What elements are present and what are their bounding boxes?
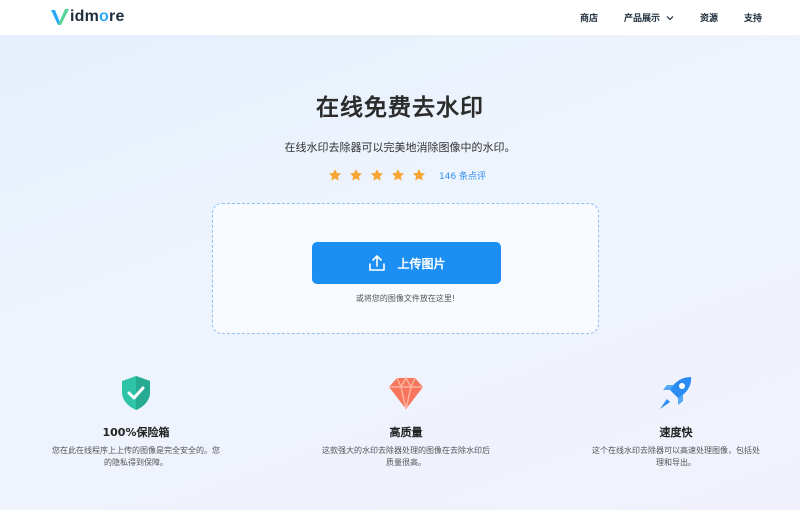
feature-title: 100%保险箱: [102, 426, 170, 439]
feature-speed: 速度快 这个在线水印去除器可以高速处理图像，包括处理和导出。: [576, 373, 776, 469]
drop-hint: 或将您的图像文件放在这里!: [355, 294, 456, 303]
reviews-link[interactable]: 146 条点评: [439, 169, 486, 182]
feature-description: 您在此在线程序上上传的图像是完全安全的。您的隐私得到保障。: [52, 446, 220, 467]
upload-icon: [369, 255, 386, 271]
page-title: 在线免费去水印: [316, 95, 484, 121]
main-nav: 商店 产品展示 资源 支持: [554, 0, 762, 35]
star-icon: [370, 169, 384, 181]
nav-item-support[interactable]: 支持: [744, 11, 762, 24]
star-icon: [412, 169, 426, 181]
shield-check-icon: [122, 376, 150, 410]
feature-description: 这款强大的水印去除器处理的图像在去除水印后质量很高。: [322, 446, 490, 467]
nav-item-store[interactable]: 商店: [580, 11, 598, 24]
top-header: idmore 商店 产品展示 资源 支持: [0, 0, 800, 35]
feature-title: 速度快: [659, 426, 693, 439]
feature-description: 这个在线水印去除器可以高速处理图像，包括处理和导出。: [592, 446, 760, 467]
page-subtitle: 在线水印去除器可以完美地消除图像中的水印。: [284, 141, 516, 154]
upload-image-button[interactable]: 上传图片: [312, 242, 501, 284]
diamond-icon: [389, 376, 423, 410]
star-icon: [391, 169, 405, 181]
upload-button-label: 上传图片: [397, 256, 446, 271]
logo-text: idmore: [70, 8, 125, 25]
nav-item-products[interactable]: 产品展示: [624, 11, 674, 24]
rating: 146 条点评: [328, 166, 486, 184]
feature-quality: 高质量 这款强大的水印去除器处理的图像在去除水印后质量很高。: [306, 373, 506, 469]
upload-dropzone[interactable]: 上传图片 或将您的图像文件放在这里!: [212, 203, 599, 334]
star-icon: [349, 169, 363, 181]
star-icon: [328, 169, 342, 181]
vidmore-logo[interactable]: idmore: [50, 6, 125, 28]
feature-security: 100%保险箱 您在此在线程序上上传的图像是完全安全的。您的隐私得到保障。: [36, 373, 236, 469]
nav-item-resources[interactable]: 资源: [700, 11, 718, 24]
chevron-down-icon: [666, 15, 674, 20]
feature-title: 高质量: [389, 426, 423, 439]
rocket-icon: [660, 377, 692, 409]
vidmore-v-logo-icon: [51, 9, 69, 25]
